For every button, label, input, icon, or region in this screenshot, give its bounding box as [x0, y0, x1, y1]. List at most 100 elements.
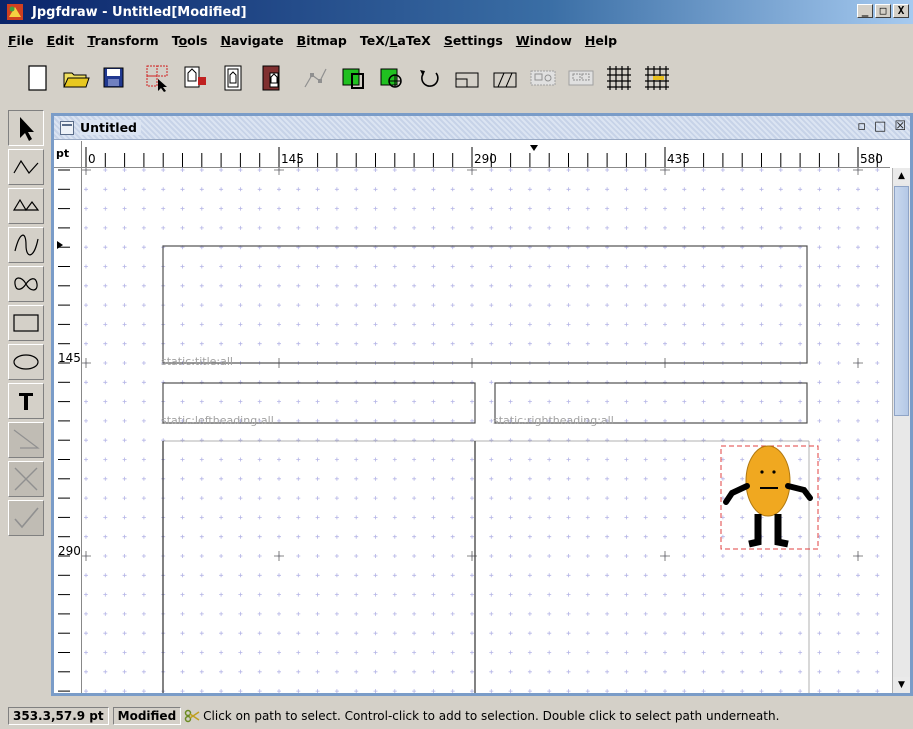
window-title-bar[interactable]: Jpgfdraw - Untitled[Modified] _ □ X [0, 0, 913, 24]
gap-tool[interactable] [8, 422, 44, 458]
scale-button[interactable] [450, 59, 484, 97]
abandon-x-icon [14, 467, 38, 491]
vertical-scrollbar[interactable]: ▲ ▼ [892, 168, 910, 693]
menu-transform[interactable]: Transform [87, 33, 158, 48]
scroll-up-arrow-icon[interactable]: ▲ [893, 168, 910, 184]
group-icon [530, 70, 556, 86]
open-curve-tool[interactable] [8, 227, 44, 263]
menu-bar: File Edit Transform Tools Navigate Bitmap TeX/… [0, 30, 913, 50]
grid-icon [607, 66, 631, 90]
hruler-label: 435 [667, 152, 690, 166]
hruler-label: 290 [474, 152, 497, 166]
move-to-front-icon [184, 66, 206, 88]
closed-line-path-icon [12, 198, 40, 212]
tool-palette [8, 110, 46, 539]
scale-icon [455, 72, 479, 88]
title-frame-label: static:title:all [161, 355, 233, 368]
scroll-down-arrow-icon[interactable]: ▼ [893, 677, 910, 693]
rectangle-tool[interactable] [8, 305, 44, 341]
rectangle-icon [13, 314, 39, 332]
vertical-ruler: 145 290 [54, 168, 82, 693]
modified-indicator: Modified [112, 707, 182, 725]
menu-help[interactable]: Help [585, 33, 617, 48]
figure-body [745, 445, 791, 517]
jpgfdraw-app-icon [6, 3, 24, 21]
text-t-icon [19, 393, 33, 410]
closed-line-tool[interactable] [8, 188, 44, 224]
show-grid-button[interactable] [602, 59, 636, 97]
hruler-label: 145 [281, 152, 304, 166]
reduce-to-grey-button[interactable] [336, 59, 370, 97]
text-tool[interactable] [8, 383, 44, 419]
document-title-bar[interactable]: Untitled ▫ □ ☒ [54, 116, 910, 140]
lock-grid-icon [645, 66, 669, 90]
restore-icon[interactable]: □ [874, 119, 886, 134]
menu-texlatex[interactable]: TeX/LaTeX [360, 33, 431, 48]
ruler-unit-label: pt [54, 141, 82, 168]
maximize-button[interactable]: □ [875, 4, 891, 18]
document-icon [60, 120, 74, 135]
vruler-cursor-marker [57, 241, 63, 249]
move-to-back-button[interactable] [216, 59, 250, 97]
drawing-canvas[interactable]: static:title:all static:leftheading:all … [82, 168, 890, 693]
close-frame-icon[interactable]: ☒ [894, 119, 906, 134]
select-tool[interactable] [8, 110, 44, 146]
fill-colour-icon [380, 68, 402, 88]
ungroup-icon [568, 70, 594, 86]
save-disk-icon [103, 67, 124, 88]
left-heading-frame-label: static:leftheading:all [161, 414, 274, 427]
move-to-back-icon [224, 65, 242, 91]
open-folder-icon [63, 72, 90, 88]
vruler-label: 290 [58, 544, 81, 558]
right-heading-frame-label: static:rightheading:all [493, 414, 614, 427]
move-to-front-button[interactable] [178, 59, 212, 97]
ellipse-icon [13, 354, 39, 370]
main-toolbar [0, 52, 913, 104]
group-button[interactable] [526, 59, 560, 97]
abandon-tool[interactable] [8, 461, 44, 497]
rotate-icon [420, 70, 439, 87]
hruler-label: 580 [860, 152, 883, 166]
horizontal-ruler: 0 145 290 435 580 [82, 141, 890, 168]
menu-file[interactable]: File [8, 33, 34, 48]
hruler-cursor-marker [530, 145, 538, 151]
fill-colour-button[interactable] [374, 59, 408, 97]
arrow-pointer-icon [20, 117, 34, 141]
open-line-tool[interactable] [8, 149, 44, 185]
document-window: Untitled ▫ □ ☒ pt 0 145 290 435 580 145 290 s… [51, 113, 913, 696]
finish-tool[interactable] [8, 500, 44, 536]
status-bar: 353.3,57.9 pt Modified Click on path to … [0, 705, 913, 727]
menu-window[interactable]: Window [516, 33, 572, 48]
minimize-button[interactable]: _ [857, 4, 873, 18]
gap-line-icon [13, 429, 40, 449]
menu-navigate[interactable]: Navigate [220, 33, 283, 48]
save-button[interactable] [96, 59, 130, 97]
menu-settings[interactable]: Settings [444, 33, 503, 48]
open-button[interactable] [58, 59, 92, 97]
menu-edit[interactable]: Edit [47, 33, 75, 48]
status-message: Click on path to select. Control-click t… [203, 709, 780, 723]
shear-button[interactable] [488, 59, 522, 97]
window-title: Jpgfdraw - Untitled[Modified] [32, 4, 247, 20]
edit-path-button[interactable] [254, 59, 288, 97]
cursor-position: 353.3,57.9 pt [8, 707, 109, 725]
menu-tools[interactable]: Tools [172, 33, 208, 48]
selected-bitmap[interactable] [720, 445, 819, 550]
ellipse-tool[interactable] [8, 344, 44, 380]
close-button[interactable]: X [893, 4, 909, 18]
vruler-label: 145 [58, 351, 81, 365]
canvas-grid [82, 168, 880, 693]
rotate-button[interactable] [412, 59, 446, 97]
edit-path-disabled-button[interactable] [298, 59, 332, 97]
scroll-thumb[interactable] [894, 186, 909, 416]
iconify-icon[interactable]: ▫ [857, 119, 866, 134]
new-button[interactable] [20, 59, 54, 97]
scissors-hint-icon [184, 709, 200, 723]
finish-check-icon [14, 507, 39, 529]
menu-bitmap[interactable]: Bitmap [297, 33, 347, 48]
open-line-path-icon [13, 159, 39, 174]
closed-curve-tool[interactable] [8, 266, 44, 302]
lock-grid-button[interactable] [640, 59, 674, 97]
select-all-button[interactable] [140, 59, 174, 97]
ungroup-button[interactable] [564, 59, 598, 97]
